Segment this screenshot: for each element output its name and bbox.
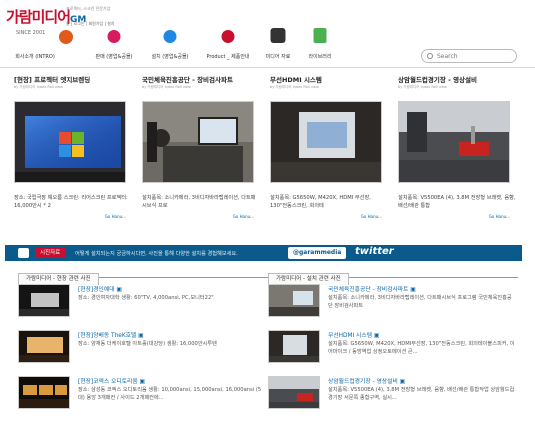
menu-item-install[interactable]: 설치 (영업&공몰) bbox=[144, 26, 196, 66]
item-thumbnail[interactable] bbox=[268, 284, 320, 317]
install-photos-column: 가람미디어 - 설치 관련 사진 국민체육진흥공단 - 장비검사파트 ▣ 설치품… bbox=[268, 265, 518, 428]
card-more-link[interactable]: Go Hanu... bbox=[489, 214, 510, 219]
card-title[interactable]: [현장] 프로젝터 엣지브렌딩 bbox=[14, 74, 134, 84]
card-description: 설치품목: V5500EA (4), 3.8M 전장형 브래켓, 음향, 배선/… bbox=[398, 195, 516, 209]
card-title[interactable]: 무선HDMI 시스템 bbox=[270, 74, 390, 84]
card-image[interactable] bbox=[14, 101, 126, 183]
menu-label: 미디어 자료 bbox=[265, 54, 291, 60]
card-title[interactable]: 국민체육진흥공단 - 장비검사파트 bbox=[142, 74, 262, 84]
card-title[interactable]: 상암월드컵경기장 - 영상설비 bbox=[398, 74, 518, 84]
twitter-handle[interactable]: @garammedia bbox=[288, 247, 347, 259]
card-description: 장소: 국립극장 해오름 스크린: 리어스크린 프로젝터: 16,000안시 *… bbox=[14, 195, 128, 209]
feature-card[interactable]: 무선HDMI 시스템 by 가람미디어 Index Roll view 설치품목… bbox=[270, 74, 390, 244]
item-description: 장소: 경인여자대학 생활: 60"TV, 4,000ansi, PC,모니터2… bbox=[78, 295, 214, 301]
new-badge-icon bbox=[221, 30, 235, 43]
item-thumbnail[interactable] bbox=[268, 330, 320, 363]
item-title[interactable]: [현장]코엑스 오디토리움 ▣ bbox=[78, 376, 145, 385]
item-thumbnail[interactable] bbox=[268, 376, 320, 409]
list-item[interactable]: [현장]경인예대 ▣ 장소: 경인여자대학 생활: 60"TV, 4,000an… bbox=[18, 281, 268, 319]
sale-badge-icon bbox=[107, 30, 121, 43]
menu-label: 회사소개 (INTRO) bbox=[15, 54, 55, 60]
item-description: 장소: 삼성동 코엑스 오디토리움 생활: 10,000ansi, 15,000… bbox=[78, 387, 262, 401]
item-title[interactable]: 국민체육진흥공단 - 장비검사파트 ▣ bbox=[328, 284, 416, 293]
item-description: 장소: 양재동 더케이호텔 아트홀(대강당) 생활: 16,000안시투텐 bbox=[78, 341, 217, 347]
logo-text: 가람미디어 bbox=[6, 8, 71, 26]
feature-card[interactable]: 국민체육진흥공단 - 장비검사파트 by 가람미디어 Index Roll vi… bbox=[142, 74, 262, 244]
site-photos-column: 가람미디어 - 현장 관련 사진 [현장]경인예대 ▣ 장소: 경인여자대학 생… bbox=[18, 265, 268, 428]
arrow-icon bbox=[18, 248, 29, 258]
column-header: 가람미디어 - 설치 관련 사진 bbox=[268, 265, 518, 285]
card-image[interactable] bbox=[270, 101, 382, 183]
menu-label: 판매 (영업&공몰) bbox=[95, 54, 133, 60]
search-icon[interactable] bbox=[427, 53, 433, 59]
item-description: 설치품목: 소니카메라, 3비디자바라랩레이션, 다트패시브식 프로그램 국민체… bbox=[328, 295, 512, 309]
card-description: 설치품목: G5650W, M420X, HDMI 무선장, 130"전동스크린… bbox=[270, 195, 371, 209]
photo-label[interactable]: 시진자료 bbox=[35, 248, 66, 258]
menu-item-product[interactable]: Product _ 제품안내 bbox=[200, 26, 256, 66]
install-badge-icon bbox=[163, 30, 177, 43]
column-header: 가람미디어 - 현장 관련 사진 bbox=[18, 265, 268, 285]
main-menu: 회사소개 (INTRO) 판매 (영업&공몰) 설치 (영업&공몰) Produ… bbox=[4, 26, 404, 66]
item-title[interactable]: 상암월드컵경기장 - 영상설비 ▣ bbox=[328, 376, 405, 385]
item-title[interactable]: 무선HDMI 시스템 ▣ bbox=[328, 330, 379, 339]
card-more-link[interactable]: Go Hanu... bbox=[233, 214, 254, 219]
card-subtitle: by 가람미디어 Index Roll view bbox=[398, 85, 447, 89]
card-more-link[interactable]: Go Hanu... bbox=[105, 214, 126, 219]
tv-video-icon bbox=[270, 28, 286, 43]
menu-label: 설치 (영업&공몰) bbox=[151, 54, 189, 60]
menu-item-intro[interactable]: 회사소개 (INTRO) bbox=[4, 26, 73, 66]
list-item[interactable]: 상암월드컵경기장 - 영상설비 ▣ 설치품목: V5500EA (4), 3.8… bbox=[268, 373, 518, 411]
card-image[interactable] bbox=[142, 101, 254, 183]
item-title[interactable]: [현장]경인예대 ▣ bbox=[78, 284, 122, 293]
item-thumbnail[interactable] bbox=[18, 376, 70, 409]
card-subtitle: by 가람미디어 Index Roll view bbox=[142, 85, 191, 89]
menu-label: Product _ 제품안내 bbox=[206, 54, 250, 60]
list-item[interactable]: [현장]코엑스 오디토리움 ▣ 장소: 삼성동 코엑스 오디토리움 생활: 10… bbox=[18, 373, 268, 411]
intro-badge-icon bbox=[59, 30, 73, 44]
item-title[interactable]: [현장]양배동 TheK호텔 ▣ bbox=[78, 330, 144, 339]
card-more-link[interactable]: Go Hanu... bbox=[361, 214, 382, 219]
twitter-logo[interactable]: twitter bbox=[355, 246, 394, 257]
card-image[interactable] bbox=[398, 101, 510, 183]
search-box[interactable] bbox=[421, 49, 517, 63]
list-item[interactable]: 국민체육진흥공단 - 장비검사파트 ▣ 설치품목: 소니카메라, 3비디자바라랩… bbox=[268, 281, 518, 319]
item-description: 설치품목: G5650W, M420X, HDMI무선장, 130"전동스크린,… bbox=[328, 341, 515, 355]
site-header: 가람미디어GM SINCE 2001 프로젝터, 스크린 전문기업 홈 | 로그… bbox=[0, 0, 535, 68]
feature-cards: [현장] 프로젝터 엣지브렌딩 by 가람미디어 Index Roll view… bbox=[14, 74, 520, 244]
social-bar: 시진자료 어떻게 설치되는지 궁금하시다면, 사진을 통해 다양한 설치를 경험… bbox=[5, 245, 522, 261]
menu-item-media[interactable]: 미디어 자료 bbox=[258, 26, 298, 66]
item-thumbnail[interactable] bbox=[18, 330, 70, 363]
item-description: 설치품목: V5500EA (4), 3.8M 전장형 브래켓, 음향, 배선/… bbox=[328, 387, 515, 401]
list-item[interactable]: [현장]양배동 TheK호텔 ▣ 장소: 양재동 더케이호텔 아트홀(대강당) … bbox=[18, 327, 268, 365]
card-subtitle: by 가람미디어 Index Roll view bbox=[14, 85, 63, 89]
search-input[interactable] bbox=[437, 51, 513, 61]
feature-card[interactable]: [현장] 프로젝터 엣지브렌딩 by 가람미디어 Index Roll view… bbox=[14, 74, 134, 244]
menu-label: 라이브러리 bbox=[308, 54, 332, 60]
card-subtitle: by 가람미디어 Index Roll view bbox=[270, 85, 319, 89]
feature-card[interactable]: 상암월드컵경기장 - 영상설비 by 가람미디어 Index Roll view… bbox=[398, 74, 518, 244]
social-text: 어떻게 설치되는지 궁금하시다면, 사진을 통해 다양한 설치를 경험해보세요. bbox=[75, 251, 238, 257]
book-icon bbox=[313, 28, 327, 43]
menu-item-sale[interactable]: 판매 (영업&공몰) bbox=[88, 26, 140, 66]
card-description: 설치품목: 소니카메라, 3비디자바라랩레이션, 다트패시브식 프로 bbox=[142, 195, 256, 209]
menu-item-library[interactable]: 라이브러리 bbox=[300, 26, 340, 66]
item-thumbnail[interactable] bbox=[18, 284, 70, 317]
list-item[interactable]: 무선HDMI 시스템 ▣ 설치품목: G5650W, M420X, HDMI무선… bbox=[268, 327, 518, 365]
logo-tagline: 프로젝터, 스크린 전문기업 bbox=[66, 6, 111, 11]
